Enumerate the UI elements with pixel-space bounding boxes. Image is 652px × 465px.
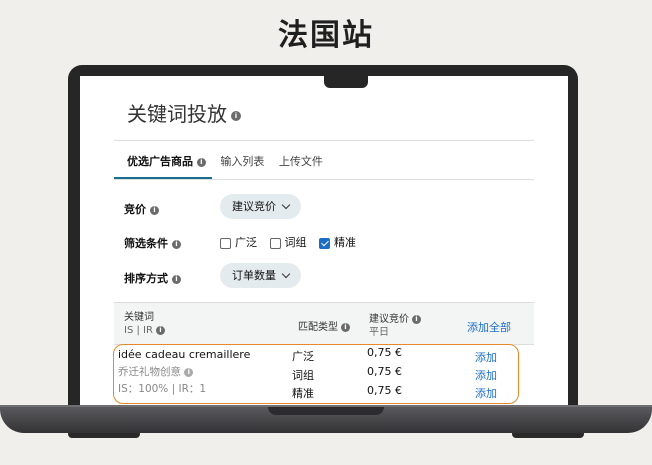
column-suggested-bid: 建议竞价 i 平日: [369, 313, 421, 339]
panel-title-text: 关键词投放: [127, 102, 227, 126]
chevron-down-icon: [281, 200, 291, 210]
filter-options: 广泛 词组 精准: [220, 234, 365, 250]
divider: [114, 140, 534, 141]
tab-upload-file[interactable]: 上传文件: [279, 153, 323, 169]
filter-exact[interactable]: 精准: [319, 234, 356, 250]
laptop-foot-right: [512, 433, 584, 438]
bid-dropdown[interactable]: 建议竞价: [220, 194, 301, 219]
bid-label: 竞价 i: [124, 201, 159, 217]
sort-label-text: 排序方式: [124, 272, 168, 285]
tab-enter-list[interactable]: 输入列表: [220, 153, 264, 169]
sort-label: 排序方式 i: [124, 270, 181, 286]
sort-dropdown[interactable]: 订单数量: [220, 263, 301, 288]
laptop-notch: [324, 74, 368, 88]
column-keyword-label: 关键词: [124, 312, 154, 323]
laptop-opening-notch: [268, 407, 384, 415]
filter-label: 筛选条件 i: [124, 235, 181, 251]
filter-exact-label: 精准: [334, 236, 356, 249]
laptop-foot-left: [68, 433, 140, 438]
info-icon[interactable]: i: [172, 274, 181, 284]
panel-title: 关键词投放 i: [127, 98, 241, 127]
filter-phrase[interactable]: 词组: [269, 234, 307, 250]
page-heading: 法国站: [278, 18, 374, 53]
checkbox-phrase[interactable]: [269, 237, 281, 249]
column-match-type: 匹配类型 i: [298, 321, 350, 334]
tab-suggested-products[interactable]: 优选广告商品 i: [127, 153, 206, 169]
column-keyword: 关键词 IS | IR i: [124, 311, 165, 337]
info-icon[interactable]: i: [172, 239, 181, 249]
bid-dropdown-value: 建议竞价: [232, 200, 276, 213]
info-icon[interactable]: i: [155, 325, 165, 335]
column-bid-label: 建议竞价: [369, 314, 409, 325]
column-keyword-sub: IS | IR: [124, 325, 153, 336]
info-icon[interactable]: i: [150, 205, 159, 215]
info-icon[interactable]: i: [196, 157, 206, 167]
bid-label-text: 竞价: [124, 203, 146, 216]
tab-bar: 优选广告商品 i 输入列表 上传文件: [127, 153, 334, 169]
filter-broad-label: 广泛: [235, 236, 257, 249]
tab-label: 优选广告商品: [127, 155, 193, 168]
highlight-frame: [113, 344, 519, 404]
sort-dropdown-value: 订单数量: [232, 269, 276, 282]
filter-broad[interactable]: 广泛: [220, 234, 257, 250]
filter-phrase-label: 词组: [284, 236, 307, 249]
column-match-label: 匹配类型: [298, 322, 338, 333]
info-icon[interactable]: i: [341, 322, 350, 332]
info-icon[interactable]: i: [412, 314, 421, 324]
checkbox-exact[interactable]: [319, 237, 330, 249]
column-bid-sub: 平日: [369, 327, 389, 338]
filter-label-text: 筛选条件: [124, 237, 168, 250]
chevron-down-icon: [281, 269, 291, 279]
info-icon[interactable]: i: [231, 110, 241, 121]
divider: [114, 179, 534, 180]
add-all-link[interactable]: 添加全部: [467, 319, 511, 335]
checkbox-broad[interactable]: [220, 237, 231, 249]
